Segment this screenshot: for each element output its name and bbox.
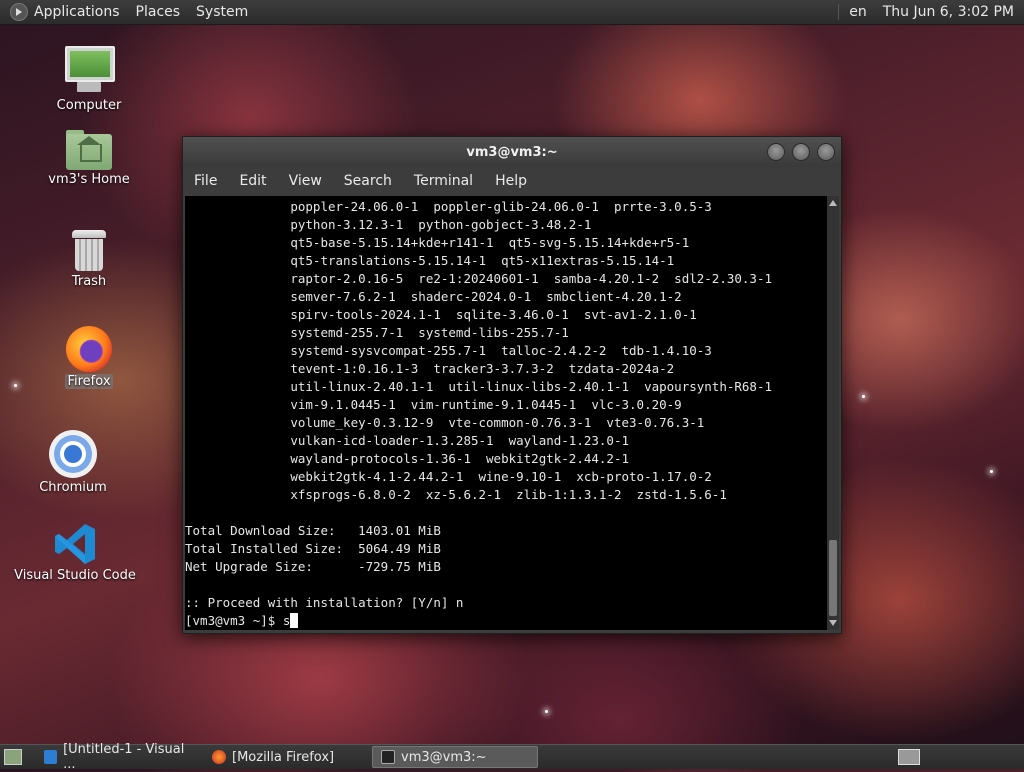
top-panel: Applications Places System en Thu Jun 6,…: [0, 0, 1024, 25]
terminal-line: systemd-sysvcompat-255.7-1 talloc-2.4.2-…: [185, 343, 712, 358]
menu-logo-icon[interactable]: [10, 3, 28, 21]
vscode-icon: [53, 522, 97, 566]
terminal-line: raptor-2.0.16-5 re2-1:20240601-1 samba-4…: [185, 271, 772, 286]
close-button[interactable]: [817, 143, 835, 161]
workspace-switcher[interactable]: [898, 749, 920, 765]
terminal-line: python-3.12.3-1 python-gobject-3.48.2-1: [185, 217, 592, 232]
desktop-icon-trash[interactable]: Trash: [24, 230, 154, 289]
vscode-icon: [44, 750, 58, 764]
desktop-icon-label: Chromium: [39, 480, 107, 495]
terminal-scrollbar[interactable]: [827, 196, 839, 630]
taskbar-item-firefox[interactable]: [Mozilla Firefox]: [204, 746, 368, 768]
desktop-icon-firefox[interactable]: Firefox: [24, 326, 154, 389]
menu-view[interactable]: View: [278, 173, 333, 189]
desktop-icon-home[interactable]: vm3's Home: [24, 130, 154, 187]
firefox-icon: [66, 326, 112, 372]
terminal-prompt: [vm3@vm3 ~]$ s: [185, 613, 291, 628]
taskbar-item-label: [Mozilla Firefox]: [232, 749, 335, 765]
show-desktop-icon[interactable]: [4, 749, 22, 765]
star: [862, 395, 865, 398]
terminal-line: Total Installed Size: 5064.49 MiB: [185, 541, 441, 556]
taskbar-item-terminal[interactable]: vm3@vm3:~: [372, 746, 538, 768]
applications-menu[interactable]: Applications: [34, 4, 120, 20]
terminal-text: poppler-24.06.0-1 poppler-glib-24.06.0-1…: [185, 196, 827, 630]
computer-icon: [65, 46, 115, 96]
desktop-icon-label: Firefox: [65, 374, 113, 389]
minimize-button[interactable]: [767, 143, 785, 161]
terminal-icon: [381, 750, 395, 764]
scroll-up-arrow-icon[interactable]: [829, 200, 837, 206]
panel-status-area: en Thu Jun 6, 3:02 PM: [828, 4, 1024, 20]
scroll-down-arrow-icon[interactable]: [829, 620, 837, 626]
desktop-icon-label: Visual Studio Code: [14, 568, 136, 583]
system-menu[interactable]: System: [196, 4, 248, 20]
terminal-line: webkit2gtk-4.1-2.44.2-1 wine-9.10-1 xcb-…: [185, 469, 712, 484]
terminal-cursor: [290, 613, 299, 628]
desktop-icon-label: Trash: [71, 274, 107, 289]
terminal-line: poppler-24.06.0-1 poppler-glib-24.06.0-1…: [185, 199, 712, 214]
menu-search[interactable]: Search: [333, 173, 403, 189]
desktop-icon-chromium[interactable]: Chromium: [8, 430, 138, 495]
desktop-icon-label: vm3's Home: [48, 172, 130, 187]
window-controls: [760, 143, 835, 161]
menu-file[interactable]: File: [183, 173, 228, 189]
terminal-line: qt5-translations-5.15.14-1 qt5-x11extras…: [185, 253, 675, 268]
maximize-button[interactable]: [792, 143, 810, 161]
trash-icon: [72, 230, 106, 272]
taskbar-item-label: vm3@vm3:~: [401, 749, 487, 765]
star: [545, 710, 548, 713]
panel-separator: [838, 4, 840, 20]
places-menu[interactable]: Places: [136, 4, 181, 20]
keyboard-layout-indicator[interactable]: en: [849, 4, 867, 20]
bottom-panel: [Untitled-1 - Visual ... [Mozilla Firefo…: [0, 742, 1024, 772]
panel-menu: Applications Places System: [0, 3, 264, 21]
window-title: vm3@vm3:~: [466, 144, 558, 160]
terminal-line: vulkan-icd-loader-1.3.285-1 wayland-1.23…: [185, 433, 630, 448]
clock[interactable]: Thu Jun 6, 3:02 PM: [883, 4, 1014, 20]
terminal-line: semver-7.6.2-1 shaderc-2024.0-1 smbclien…: [185, 289, 682, 304]
terminal-line: util-linux-2.40.1-1 util-linux-libs-2.40…: [185, 379, 772, 394]
terminal-line: Net Upgrade Size: -729.75 MiB: [185, 559, 441, 574]
terminal-window[interactable]: vm3@vm3:~ File Edit View Search Terminal…: [182, 136, 842, 634]
taskbar-item-vscode[interactable]: [Untitled-1 - Visual ...: [36, 742, 200, 772]
star: [14, 384, 17, 387]
terminal-line: spirv-tools-2024.1-1 sqlite-3.46.0-1 svt…: [185, 307, 697, 322]
terminal-line: systemd-255.7-1 systemd-libs-255.7-1: [185, 325, 569, 340]
terminal-line: volume_key-0.3.12-9 vte-common-0.76.3-1 …: [185, 415, 705, 430]
terminal-line: :: Proceed with installation? [Y/n] n: [185, 595, 464, 610]
terminal-line: qt5-base-5.15.14+kde+r141-1 qt5-svg-5.15…: [185, 235, 690, 250]
window-titlebar[interactable]: vm3@vm3:~: [183, 137, 841, 167]
desktop-icon-vscode[interactable]: Visual Studio Code: [10, 522, 140, 583]
terminal-line: Total Download Size: 1403.01 MiB: [185, 523, 441, 538]
terminal-output[interactable]: poppler-24.06.0-1 poppler-glib-24.06.0-1…: [185, 196, 827, 630]
home-folder-icon: [66, 130, 112, 170]
star: [990, 470, 993, 473]
menu-terminal[interactable]: Terminal: [403, 173, 484, 189]
terminal-line: vim-9.1.0445-1 vim-runtime-9.1.0445-1 vl…: [185, 397, 682, 412]
desktop-icon-computer[interactable]: Computer: [24, 46, 154, 113]
desktop-icon-label: Computer: [56, 98, 122, 113]
terminal-menubar: File Edit View Search Terminal Help: [183, 167, 841, 195]
scrollbar-thumb[interactable]: [829, 540, 837, 616]
firefox-icon: [212, 750, 226, 764]
terminal-line: xfsprogs-6.8.0-2 xz-5.6.2-1 zlib-1:1.3.1…: [185, 487, 727, 502]
terminal-line: tevent-1:0.16.1-3 tracker3-3.7.3-2 tzdat…: [185, 361, 675, 376]
terminal-line: wayland-protocols-1.36-1 webkit2gtk-2.44…: [185, 451, 630, 466]
menu-edit[interactable]: Edit: [228, 173, 277, 189]
menu-help[interactable]: Help: [484, 173, 538, 189]
chromium-icon: [49, 430, 97, 478]
